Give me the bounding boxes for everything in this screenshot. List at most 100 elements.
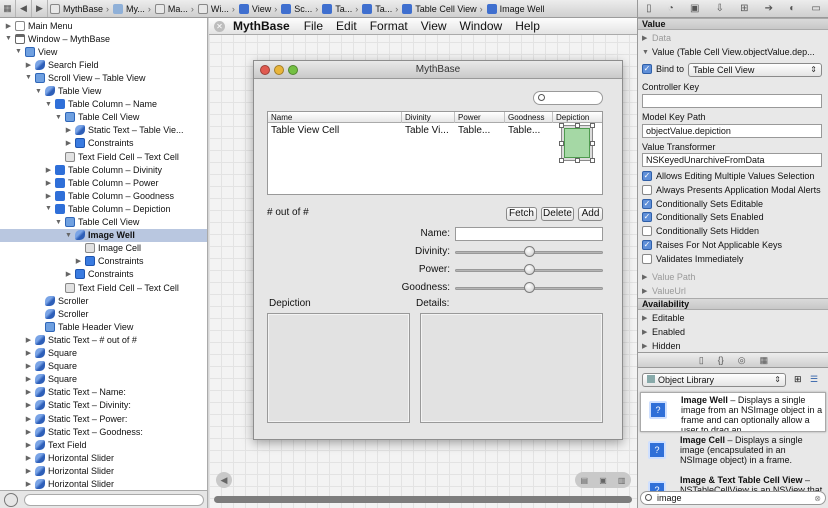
minimize-window-icon[interactable]	[274, 65, 284, 75]
menu-file[interactable]: File	[304, 19, 323, 33]
outline-row[interactable]: ▶ Static Text – Goodness:	[0, 425, 207, 438]
attributes-inspector-icon[interactable]: ⇩	[716, 3, 724, 14]
breadcrumb-item[interactable]: Ma... ›	[153, 0, 196, 17]
option-checkbox[interactable]: ✓	[642, 212, 652, 223]
name-field[interactable]	[455, 227, 603, 241]
disclosure-closed-icon[interactable]: ▶	[64, 270, 73, 278]
breadcrumb-item[interactable]: View ›	[237, 0, 279, 17]
myth-table-view[interactable]: Name Divinity Power Goodness Depiction T…	[267, 111, 603, 195]
outline-row[interactable]: ▶ Table Column – Goodness	[0, 189, 207, 202]
editable-row[interactable]: ▶ Editable	[642, 313, 685, 323]
slider-knob[interactable]	[523, 246, 535, 257]
outline-row[interactable]: ▼ Table View	[0, 85, 207, 98]
outline-filter-field[interactable]	[24, 493, 204, 506]
breadcrumb-item[interactable]: My... ›	[111, 0, 153, 17]
resize-handle[interactable]	[559, 158, 564, 163]
disclosure-closed-icon[interactable]: ▶	[24, 454, 33, 462]
disclosure-closed-icon[interactable]: ▶	[24, 467, 33, 475]
zoom-actual-icon[interactable]: ▣	[599, 476, 607, 485]
resize-handle[interactable]	[590, 123, 595, 128]
value-binding-row[interactable]: ▼ Value (Table Cell View.objectValue.dep.…	[642, 47, 815, 57]
disclosure-open-icon[interactable]: ▼	[34, 88, 43, 95]
option-checkbox[interactable]: ✓	[642, 198, 652, 209]
delete-button[interactable]: Delete	[541, 207, 574, 221]
disclosure-closed-icon[interactable]: ▶	[44, 192, 53, 200]
disclosure-closed-icon[interactable]: ▶	[64, 126, 73, 134]
library-item[interactable]: ? Image & Text Table Cell View – NSTableC…	[640, 473, 826, 491]
forward-icon[interactable]: ▶	[32, 0, 48, 17]
table-cell-goodness[interactable]: Table...	[505, 125, 553, 137]
outline-row[interactable]: ▶ Static Text – Divinity:	[0, 399, 207, 412]
breadcrumb-item[interactable]: Ta... ›	[360, 0, 400, 17]
resize-handle[interactable]	[559, 141, 564, 146]
resize-handle[interactable]	[590, 141, 595, 146]
breadcrumb-item[interactable]: Image Well	[485, 0, 547, 17]
outline-row[interactable]: Table Header View	[0, 320, 207, 333]
disclosure-open-icon[interactable]: ▼	[64, 232, 73, 239]
menu-view[interactable]: View	[421, 19, 447, 33]
size-inspector-icon[interactable]: ⊞	[740, 3, 748, 14]
outline-row[interactable]: ▼ Table Column – Depiction	[0, 202, 207, 215]
option-checkbox[interactable]	[642, 226, 652, 237]
disclosure-closed-icon[interactable]: ▶	[74, 257, 83, 265]
outline-row[interactable]: ▼ Window – MythBase	[0, 32, 207, 45]
disclosure-open-icon[interactable]: ▼	[24, 74, 33, 81]
code-snippet-icon[interactable]: {}	[718, 355, 724, 365]
outline-row[interactable]: ▶ Square	[0, 373, 207, 386]
value-path-row[interactable]: ▶ Value Path	[642, 272, 695, 282]
outline-row[interactable]: ▶ Static Text – Power:	[0, 412, 207, 425]
bind-to-checkbox[interactable]: ✓	[642, 64, 652, 74]
slider-knob[interactable]	[523, 282, 535, 293]
outline-row[interactable]: ▶ Horizontal Slider	[0, 478, 207, 491]
library-item[interactable]: ? Image Cell – Displays a single image (e…	[640, 433, 826, 473]
image-well[interactable]	[559, 123, 595, 163]
value-transformer-combo[interactable]: NSKeyedUnarchiveFromData	[642, 153, 822, 167]
back-icon[interactable]: ◀	[16, 0, 32, 17]
disclosure-closed-icon[interactable]: ▶	[24, 415, 33, 423]
outline-row[interactable]: ▶ Horizontal Slider	[0, 464, 207, 477]
clear-icon[interactable]: ⊗	[814, 493, 821, 505]
outline-row[interactable]: ▶ Table Column – Divinity	[0, 163, 207, 176]
outline-row[interactable]: ▶ Square	[0, 347, 207, 360]
goodness-slider[interactable]	[455, 282, 603, 293]
disclosure-closed-icon[interactable]: ▶	[64, 139, 73, 147]
slider-knob[interactable]	[523, 264, 535, 275]
divinity-slider[interactable]	[455, 246, 603, 257]
object-library-icon[interactable]: ◎	[738, 355, 746, 366]
resize-handle[interactable]	[575, 158, 580, 163]
binding-option-row[interactable]: Always Presents Application Modal Alerts	[642, 184, 821, 195]
column-header-depiction[interactable]: Depiction	[553, 112, 602, 123]
enabled-row[interactable]: ▶ Enabled	[642, 327, 685, 337]
disclosure-open-icon[interactable]: ▼	[14, 48, 23, 55]
zoom-out-icon[interactable]: ▤	[581, 476, 589, 485]
model-key-path-field[interactable]: objectValue.depiction	[642, 124, 822, 138]
disclosure-closed-icon[interactable]: ▶	[24, 441, 33, 449]
outline-row[interactable]: ▶ Constraints	[0, 137, 207, 150]
list-view-icon[interactable]: ☰	[810, 374, 818, 385]
outline-row[interactable]: ▶ Square	[0, 360, 207, 373]
file-inspector-icon[interactable]: ▯	[646, 3, 652, 14]
disclosure-closed-icon[interactable]: ▶	[24, 480, 33, 488]
disclosure-closed-icon[interactable]: ▶	[24, 336, 33, 344]
depiction-image-box[interactable]	[267, 313, 410, 423]
related-items-icon[interactable]: ▦	[0, 0, 16, 17]
data-binding-row[interactable]: ▶ Data	[642, 33, 671, 43]
outline-row[interactable]: ▶ Static Text – Name:	[0, 386, 207, 399]
bind-to-popup[interactable]: Table Cell View ⇕	[688, 63, 822, 77]
binding-option-row[interactable]: Validates Immediately	[642, 253, 743, 264]
file-template-icon[interactable]: ▯	[699, 355, 704, 366]
disclosure-closed-icon[interactable]: ▶	[24, 401, 33, 409]
column-header-name[interactable]: Name	[268, 112, 402, 123]
outline-row[interactable]: Scroller	[0, 294, 207, 307]
quick-help-icon[interactable]: ◔	[668, 3, 674, 14]
breadcrumb-item[interactable]: Wi... ›	[196, 0, 237, 17]
binding-option-row[interactable]: Conditionally Sets Hidden	[642, 226, 759, 237]
menu-format[interactable]: Format	[370, 19, 408, 33]
outline-row[interactable]: ▼ Table Cell View	[0, 111, 207, 124]
disclosure-open-icon[interactable]: ▼	[44, 205, 53, 212]
menu-window[interactable]: Window	[460, 19, 503, 33]
outline-row[interactable]: ▶ Static Text – # out of #	[0, 333, 207, 346]
resize-handle[interactable]	[575, 123, 580, 128]
outline-row[interactable]: ▶ Static Text – Table Vie...	[0, 124, 207, 137]
close-window-icon[interactable]	[260, 65, 270, 75]
